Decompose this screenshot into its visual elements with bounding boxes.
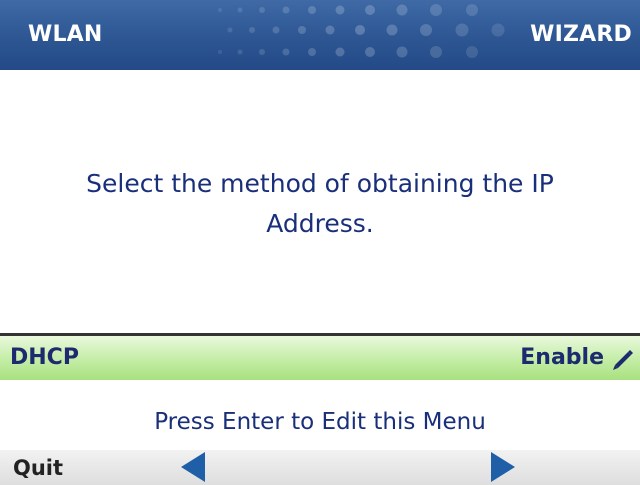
header-title-wizard: WIZARD [530, 22, 632, 47]
header-title-wlan: WLAN [28, 22, 103, 47]
arrow-right-icon[interactable] [491, 452, 515, 482]
header-bar: WLAN WIZARD [0, 0, 640, 70]
softkey-bar: Quit [0, 450, 640, 485]
dhcp-setting-row[interactable]: DHCP Enable [0, 333, 640, 380]
edit-hint: Press Enter to Edit this Menu [154, 409, 486, 435]
quit-button[interactable]: Quit [13, 456, 63, 480]
setting-label: DHCP [10, 345, 79, 370]
pencil-icon[interactable] [608, 345, 636, 373]
instruction-message: Select the method of obtaining the IP Ad… [86, 169, 554, 238]
arrow-left-icon[interactable] [181, 452, 205, 482]
header-dot-pattern [218, 4, 505, 58]
setting-value: Enable [520, 345, 604, 370]
